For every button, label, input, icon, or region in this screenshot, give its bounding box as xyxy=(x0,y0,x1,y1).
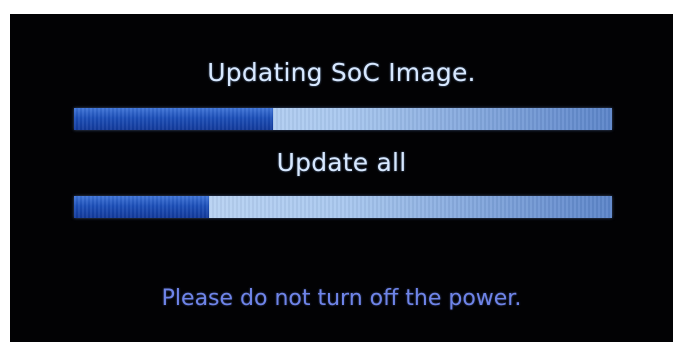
soc-update-progress-bar xyxy=(74,108,612,130)
power-warning-text: Please do not turn off the power. xyxy=(161,286,522,311)
update-all-title: Update all xyxy=(276,148,407,177)
soc-update-progress-fill xyxy=(74,108,274,130)
update-screen: Updating SoC Image. Update all Please do… xyxy=(10,14,673,342)
update-all-progress-bar xyxy=(74,196,612,218)
device-frame: Updating SoC Image. Update all Please do… xyxy=(0,0,673,342)
soc-update-title: Updating SoC Image. xyxy=(207,58,476,87)
update-all-progress-fill xyxy=(74,196,209,218)
